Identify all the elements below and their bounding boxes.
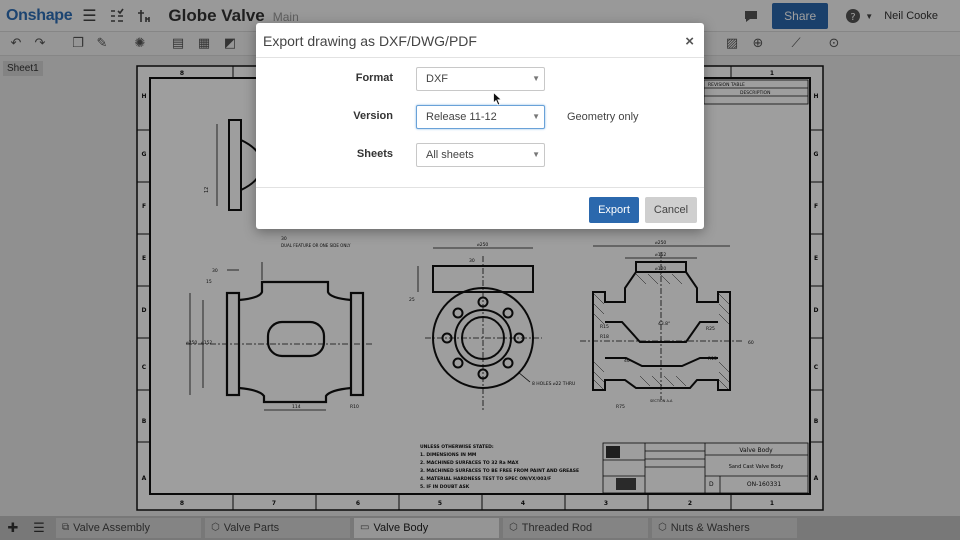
version-value: Release 11-12 <box>426 111 497 123</box>
sheets-row: Sheets All sheets ▼ <box>256 143 704 167</box>
format-select[interactable]: DXF ▼ <box>416 67 545 91</box>
chevron-down-icon: ▼ <box>532 112 540 121</box>
cancel-button[interactable]: Cancel <box>645 197 697 223</box>
sheets-select[interactable]: All sheets ▼ <box>416 143 545 167</box>
chevron-down-icon: ▼ <box>532 74 540 83</box>
export-dialog: Export drawing as DXF/DWG/PDF × Format D… <box>256 23 704 229</box>
dialog-title: Export drawing as DXF/DWG/PDF <box>263 33 477 49</box>
format-row: Format DXF ▼ <box>256 67 704 91</box>
version-label: Version <box>353 110 393 122</box>
chevron-down-icon: ▼ <box>532 150 540 159</box>
version-row: Version Release 11-12 ▼ Geometry only <box>256 105 704 129</box>
version-note: Geometry only <box>567 111 639 123</box>
sheets-value: All sheets <box>426 149 474 161</box>
dialog-header: Export drawing as DXF/DWG/PDF × <box>256 23 704 58</box>
sheets-label: Sheets <box>356 148 393 160</box>
mouse-cursor-icon <box>493 92 503 106</box>
format-value: DXF <box>426 73 448 85</box>
dialog-footer: Export Cancel <box>256 187 704 229</box>
format-label: Format <box>355 72 393 84</box>
version-select[interactable]: Release 11-12 ▼ <box>416 105 545 129</box>
close-icon[interactable]: × <box>685 33 694 50</box>
export-button[interactable]: Export <box>589 197 639 223</box>
